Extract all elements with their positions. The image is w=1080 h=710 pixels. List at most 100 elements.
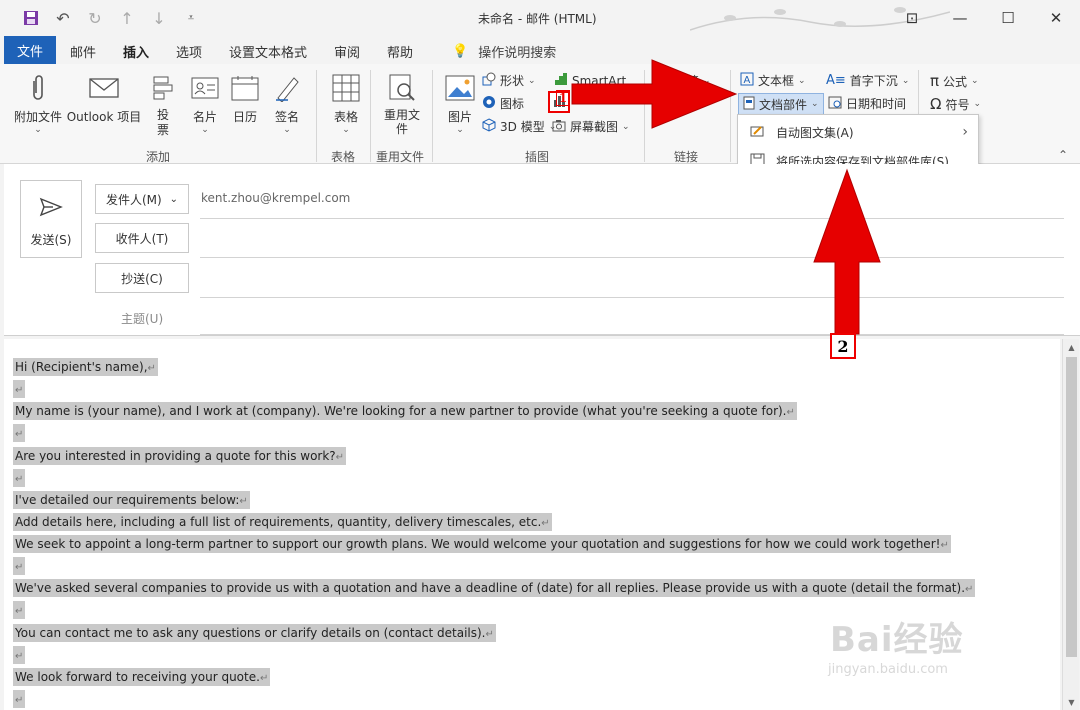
quick-parts-button[interactable]: 文档部件 ⌄ [738, 93, 824, 115]
equation-button[interactable]: π 公式 ⌄ [930, 72, 979, 90]
chevron-down-icon: ⌄ [283, 125, 291, 135]
compose-header: 发送(S) 发件人(M) ⌄ kent.zhou@krempel.com 收件人… [4, 164, 1080, 336]
reuse-file-label: 重用文件 [383, 108, 420, 136]
send-label: 发送(S) [30, 233, 72, 247]
table-label: 表格 [333, 110, 358, 124]
vertical-scrollbar[interactable]: ▲ ▼ [1062, 339, 1079, 710]
tell-me-search[interactable]: 💡 操作说明搜索 [452, 42, 556, 61]
body-line: ↵ [13, 380, 26, 398]
group-label-links: 链接 [674, 150, 699, 164]
scroll-thumb[interactable] [1066, 357, 1077, 657]
calendar-label: 日历 [232, 110, 257, 124]
lightbulb-icon: 💡 [452, 44, 469, 59]
tab-help[interactable]: 帮助 [387, 42, 413, 61]
chevron-down-icon: ⌄ [798, 75, 806, 86]
chevron-down-icon: ⌄ [901, 75, 910, 86]
attach-file-label: 附加文件 [13, 110, 62, 124]
textbox-button[interactable]: A 文本框 ⌄ [740, 72, 806, 89]
quick-access-toolbar: ↶ ↻ ↑ ↓ ⩡ [22, 9, 200, 28]
picture-label: 图片 [447, 110, 472, 124]
from-button[interactable]: 发件人(M) ⌄ [95, 184, 189, 214]
tab-review[interactable]: 审阅 [334, 42, 360, 61]
business-card-button[interactable]: 名片 ⌄ [188, 72, 222, 135]
picture-icon [444, 72, 476, 104]
shapes-icon [482, 72, 496, 89]
body-line: ↵ [13, 424, 26, 442]
tab-insert[interactable]: 插入 [120, 42, 152, 67]
picture-button[interactable]: 图片 ⌄ [440, 72, 480, 135]
tab-file[interactable]: 文件 [4, 36, 56, 64]
body-line: Hi (Recipient's name),↵ [13, 358, 158, 376]
reuse-file-button[interactable]: 重用文件 [380, 72, 424, 136]
shapes-button[interactable]: 形状 ⌄ [482, 72, 536, 89]
maximize-button[interactable]: ☐ [984, 0, 1032, 36]
outlook-item-button[interactable]: Outlook 项目 [64, 72, 144, 125]
down-icon[interactable]: ↓ [150, 9, 168, 28]
save-icon[interactable] [22, 9, 40, 27]
window-controls: ⊡ — ☐ ✕ [888, 0, 1080, 36]
up-icon[interactable]: ↑ [118, 9, 136, 28]
close-button[interactable]: ✕ [1032, 0, 1080, 36]
subject-input-line[interactable] [200, 334, 1064, 335]
group-label-tables: 表格 [331, 150, 356, 164]
collapse-ribbon-icon[interactable]: ⌃ [1058, 148, 1068, 162]
title-bar: ↶ ↻ ↑ ↓ ⩡ 未命名 - 邮件 (HTML) ⊡ — ☐ ✕ [0, 0, 1080, 36]
chevron-down-icon: ⌄ [528, 75, 536, 86]
signature-button[interactable]: 签名 ⌄ [270, 72, 304, 135]
cc-button[interactable]: 抄送(C) [95, 263, 189, 293]
chevron-down-icon: ⌄ [456, 125, 464, 135]
tab-format-text[interactable]: 设置文本格式 [229, 42, 307, 61]
chevron-down-icon: ⌄ [342, 125, 350, 135]
baidu-watermark: Bai经验 [830, 620, 964, 660]
send-icon [21, 197, 81, 221]
table-button[interactable]: 表格 ⌄ [326, 72, 366, 135]
customize-qat-icon[interactable]: ⩡ [182, 9, 200, 27]
body-line: We seek to appoint a long-term partner t… [13, 535, 951, 553]
ribbon-display-icon[interactable]: ⊡ [888, 0, 936, 36]
annotation-arrow-up [813, 168, 881, 335]
3d-model-label: 3D 模型 [500, 120, 545, 134]
minimize-button[interactable]: — [936, 0, 984, 36]
shapes-label: 形状 [500, 74, 525, 88]
attach-file-button[interactable]: 附加文件 ⌄ [10, 72, 66, 135]
calendar-button[interactable]: 日历 [228, 72, 262, 125]
outlook-item-label: Outlook 项目 [66, 110, 142, 124]
chevron-down-icon: ⌄ [811, 99, 819, 109]
vote-button[interactable]: 投票 [146, 72, 180, 138]
quick-parts-label: 文档部件 [759, 97, 808, 112]
tab-message[interactable]: 邮件 [70, 42, 96, 61]
group-label-illustrations: 插图 [525, 150, 550, 164]
annotation-badge-2: 2 [830, 333, 856, 359]
group-separator [370, 70, 371, 162]
icons-button[interactable]: 图标 [482, 95, 524, 112]
smartart-icon [554, 72, 568, 89]
menu-item-autotext[interactable]: 自动图文集(A) › [738, 118, 978, 146]
to-button[interactable]: 收件人(T) [95, 223, 189, 253]
calendar-icon [229, 72, 261, 104]
signature-label: 签名 [274, 110, 299, 124]
send-button[interactable]: 发送(S) [20, 180, 82, 258]
redo-icon[interactable]: ↻ [86, 9, 104, 28]
body-line: We've asked several companies to provide… [13, 579, 976, 597]
scroll-up-icon[interactable]: ▲ [1063, 339, 1080, 355]
symbol-button[interactable]: Ω 符号 ⌄ [930, 95, 981, 113]
subject-label: 主题(U) [121, 312, 164, 326]
autotext-icon [750, 124, 766, 141]
undo-icon[interactable]: ↶ [54, 9, 72, 28]
body-line: My name is (your name), and I work at (c… [13, 402, 797, 420]
body-line: You can contact me to ask any questions … [13, 624, 496, 642]
to-input-line[interactable] [200, 257, 1064, 258]
scroll-down-icon[interactable]: ▼ [1063, 694, 1080, 710]
reuse-file-icon [386, 72, 418, 104]
3d-model-button[interactable]: 3D 模型 ⌄ [482, 118, 556, 135]
drop-cap-button[interactable]: A≡ 首字下沉 ⌄ [826, 72, 909, 89]
cc-input-line[interactable] [200, 297, 1064, 298]
window-title: 未命名 - 邮件 (HTML) [478, 12, 597, 26]
group-label-reuse: 重用文件 [376, 150, 425, 164]
date-time-button[interactable]: 日期和时间 [828, 95, 906, 112]
body-line: We look forward to receiving your quote.… [13, 668, 271, 686]
annotation-arrow-right [571, 59, 738, 129]
omega-icon: Ω [930, 95, 942, 113]
tab-options[interactable]: 选项 [176, 42, 202, 61]
drop-cap-label: 首字下沉 [849, 74, 898, 88]
